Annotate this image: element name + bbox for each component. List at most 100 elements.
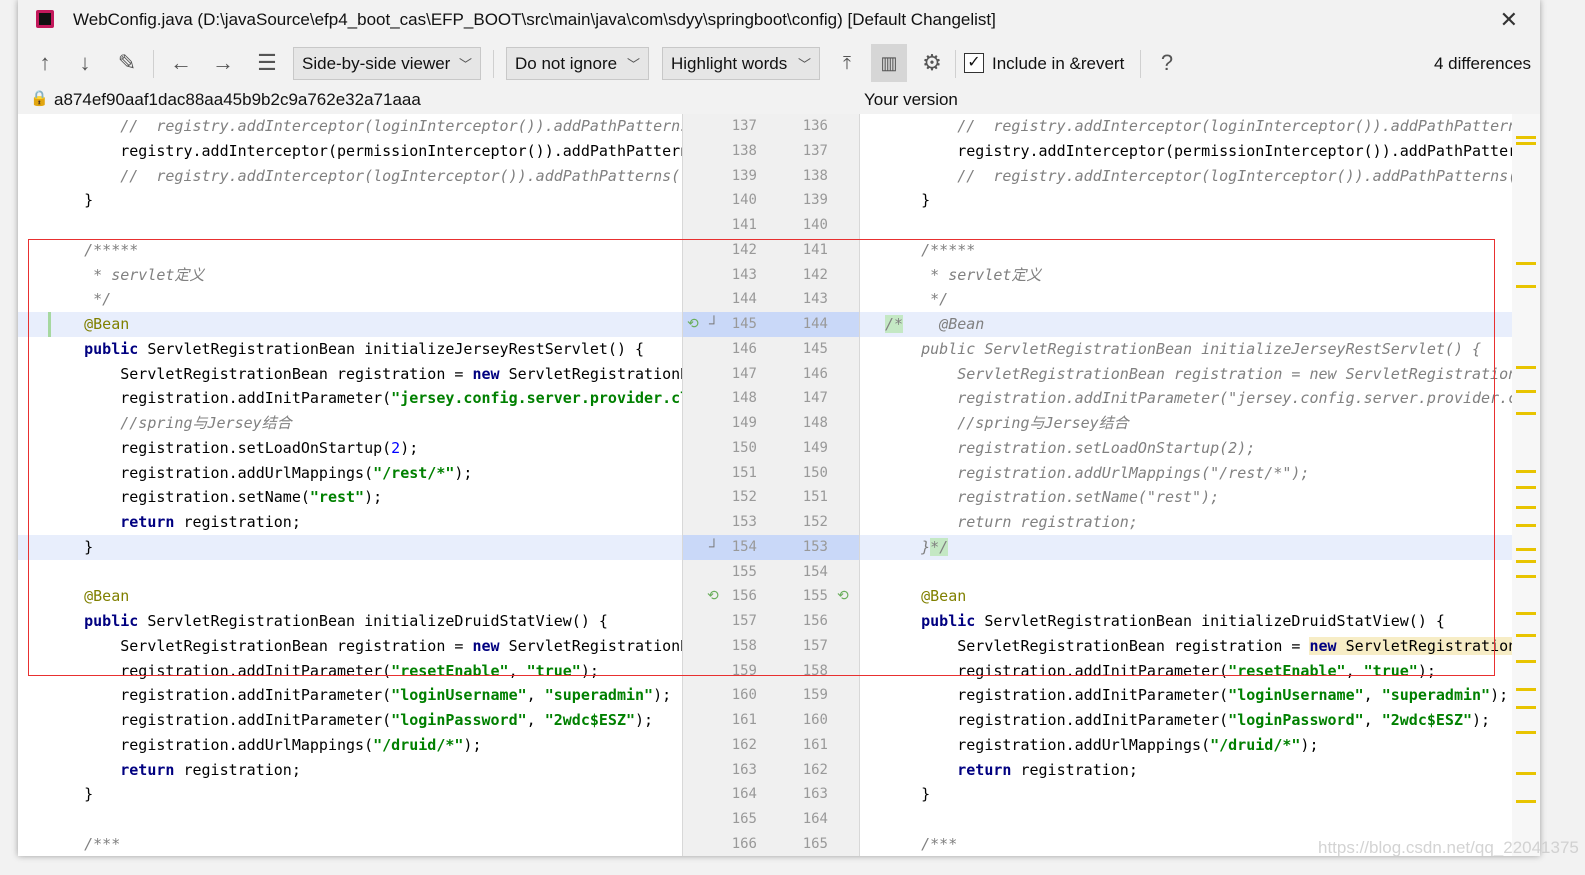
diff-marker[interactable]	[1516, 575, 1536, 578]
diff-marker[interactable]	[1516, 390, 1536, 393]
previous-difference-icon[interactable]: ↑	[30, 44, 60, 82]
code-line: ServletRegistrationBean registration = n…	[18, 362, 682, 387]
gutter-row: 160 159	[683, 683, 859, 708]
code-token: }	[885, 785, 931, 804]
diff-marker[interactable]	[1516, 634, 1536, 637]
left-line-number: 166	[731, 835, 757, 852]
revert-change-icon[interactable]: ⟲	[837, 587, 849, 604]
code-token: ,	[526, 711, 545, 729]
diff-marker[interactable]	[1516, 800, 1536, 803]
right-editor[interactable]: // registry.addInterceptor(loginIntercep…	[860, 114, 1512, 856]
code-line: registration.addUrlMappings("/rest/*");	[18, 461, 682, 486]
code-line: registration.addInitParameter("jersey.co…	[860, 386, 1512, 411]
diff-marker[interactable]	[1516, 660, 1536, 663]
code-line: registration.addInitParameter("loginPass…	[18, 708, 682, 733]
code-token: ServletRegistrationBean registration =	[48, 364, 473, 383]
diff-marker[interactable]	[1516, 706, 1536, 709]
right-line-number: 149	[802, 439, 828, 456]
left-editor[interactable]: // registry.addInterceptor(loginIntercep…	[18, 114, 682, 856]
diff-marker[interactable]	[1516, 560, 1536, 563]
ignore-dropdown[interactable]: Do not ignore ﹀	[506, 47, 649, 80]
settings-gear-icon[interactable]: ⚙	[916, 44, 948, 82]
diff-marker[interactable]	[1516, 412, 1536, 415]
left-line-number: 149	[731, 415, 757, 431]
code-token: );	[454, 463, 473, 482]
code-line: registration.setLoadOnStartup(2);	[18, 436, 682, 461]
next-difference-icon[interactable]: ↓	[70, 44, 100, 82]
code-token: "loginPassword"	[1228, 711, 1364, 729]
gutter-row: 151 150	[683, 461, 859, 486]
right-line-number: 156	[802, 613, 828, 629]
append-change-icon[interactable]: ┘	[709, 538, 719, 554]
code-token: );	[1490, 686, 1509, 705]
chevron-down-icon: ﹀	[626, 57, 640, 72]
viewer-dropdown[interactable]: Side-by-side viewer ﹀	[293, 47, 481, 80]
code-line: ServletRegistrationBean registration = n…	[860, 634, 1512, 659]
right-line-number: 145	[802, 340, 828, 357]
diff-marker[interactable]	[1516, 262, 1536, 265]
append-change-icon[interactable]: ┘	[709, 315, 719, 331]
diff-marker[interactable]	[1516, 470, 1536, 473]
diff-marker[interactable]	[1516, 688, 1536, 691]
diff-marker[interactable]	[1516, 612, 1536, 615]
help-icon[interactable]: ?	[1152, 44, 1182, 82]
code-token: ServletRegistrationBean(	[1336, 636, 1512, 655]
diff-marker[interactable]	[1516, 524, 1536, 527]
left-line-number: 161	[731, 712, 757, 728]
right-line-number: 150	[802, 464, 828, 481]
diff-marker[interactable]	[1516, 772, 1536, 775]
gutter-row: 137 136	[683, 114, 859, 139]
code-line: registration.addUrlMappings("/druid/*");	[860, 733, 1512, 758]
code-token: @Bean	[48, 315, 130, 333]
diff-marker[interactable]	[1516, 506, 1536, 509]
left-line-number: 148	[731, 390, 757, 407]
include-in-revert-checkbox[interactable]: ✓	[964, 53, 984, 73]
code-token: ,	[1363, 686, 1382, 705]
left-line-number: 163	[731, 761, 757, 778]
diff-marker[interactable]	[1516, 486, 1536, 489]
diff-marker[interactable]	[1516, 142, 1536, 145]
revert-change-icon[interactable]: ⟲	[707, 587, 719, 604]
synchronize-scrolling-icon[interactable]: ▥	[871, 44, 907, 82]
left-line-number: 165	[731, 811, 757, 827]
close-icon[interactable]: ✕	[1500, 0, 1518, 40]
right-line-number: 140	[802, 217, 828, 233]
code-token: new	[1309, 636, 1337, 655]
left-line-number: 160	[731, 687, 757, 704]
file-list-icon[interactable]: ☰	[252, 44, 282, 82]
code-token: return	[957, 760, 1012, 779]
code-token: registration.addUrlMappings(	[48, 463, 374, 482]
code-token: registration.addInitParameter("jersey.co…	[957, 389, 1512, 408]
code-token: @Bean	[903, 315, 985, 333]
code-token: // registry.addInterceptor(logIntercepto…	[957, 166, 1512, 185]
diff-marker[interactable]	[1516, 731, 1536, 734]
left-line-number: 139	[731, 167, 757, 184]
next-file-icon[interactable]: →	[208, 44, 238, 82]
code-token: public	[84, 339, 139, 358]
code-token: "2wdc$ESZ"	[544, 711, 636, 729]
diff-marker[interactable]	[1516, 366, 1536, 369]
code-line: registry.addInterceptor(permissionInterc…	[860, 139, 1512, 164]
code-token: new	[472, 364, 500, 383]
code-token: ServletRegistrationBean registration =	[885, 636, 1310, 655]
highlight-dropdown[interactable]: Highlight words ﹀	[662, 47, 820, 80]
code-line: // registry.addInterceptor(loginIntercep…	[860, 114, 1512, 139]
diff-markers-scrollbar[interactable]	[1512, 114, 1540, 856]
code-token: ,	[1363, 711, 1382, 729]
diff-marker[interactable]	[1516, 548, 1536, 551]
revert-change-icon[interactable]: ⟲	[687, 315, 699, 332]
gutter-row: 147 146	[683, 362, 859, 387]
previous-file-icon[interactable]: ←	[166, 44, 196, 82]
diff-marker[interactable]	[1516, 136, 1536, 139]
code-token: registration.addInitParameter(	[48, 389, 392, 408]
right-version-label: Your version	[864, 90, 958, 109]
window-title: WebConfig.java (D:\javaSource\efp4_boot_…	[73, 10, 996, 29]
edit-source-icon[interactable]: ✎	[112, 44, 142, 82]
diff-marker[interactable]	[1516, 285, 1536, 288]
gutter-row: 142 141	[683, 238, 859, 263]
collapse-unchanged-icon[interactable]: ⤒	[832, 44, 862, 82]
